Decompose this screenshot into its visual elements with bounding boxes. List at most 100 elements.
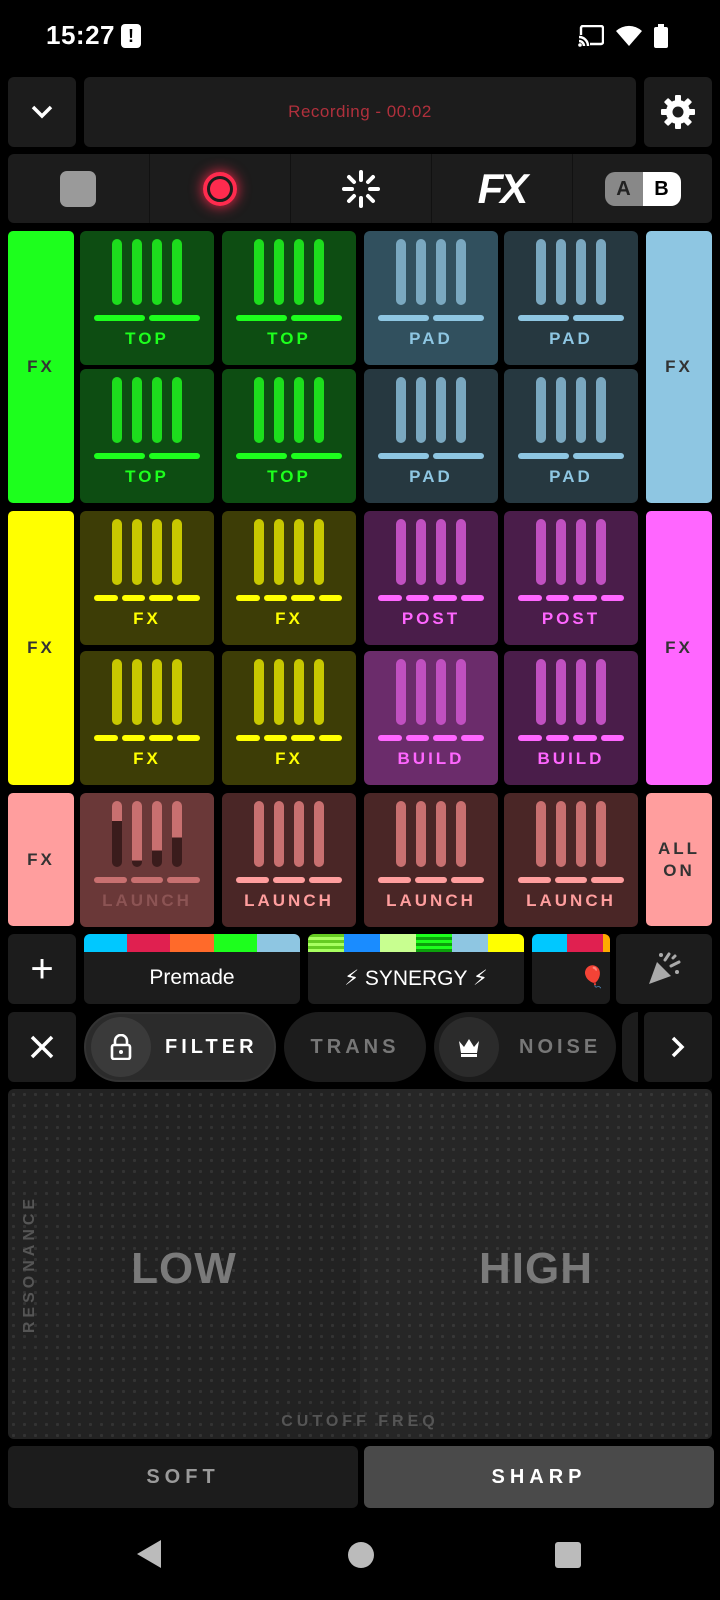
pad-step-line <box>518 877 625 883</box>
pad-label: FX <box>275 609 303 628</box>
pad-step-line <box>94 453 200 459</box>
pad-label: PAD <box>409 467 453 486</box>
preset-label: Premade <box>149 966 235 989</box>
fx-button-left-top[interactable]: FX <box>8 231 74 503</box>
pad-label: BUILD <box>397 749 465 768</box>
spinner-icon <box>341 169 380 208</box>
pad-meter-icon <box>536 801 606 867</box>
tab-trans[interactable]: TRANS <box>284 1012 426 1082</box>
pad-15[interactable]: BUILD <box>364 651 498 785</box>
side-label: FX <box>27 638 55 657</box>
ab-b-label: B <box>642 171 681 206</box>
pad-label: LAUNCH <box>526 891 616 910</box>
close-effects-button[interactable] <box>8 1012 76 1082</box>
pad-label: FX <box>275 749 303 768</box>
pad-step-line <box>94 735 200 741</box>
ab-a-label: A <box>604 171 643 206</box>
xy-filter-pad[interactable]: LOW HIGH RESONANCE CUTOFF FREQ <box>8 1089 712 1439</box>
back-icon[interactable] <box>137 1540 161 1568</box>
pad-1[interactable]: TOP <box>80 231 214 365</box>
preset-premade[interactable]: Premade <box>84 934 300 1004</box>
party-button[interactable] <box>616 934 712 1004</box>
preset-balloon[interactable]: 🎈 <box>532 934 610 1004</box>
pad-12[interactable]: POST <box>504 511 638 645</box>
record-button[interactable] <box>149 154 289 223</box>
pad-8[interactable]: PAD <box>504 369 638 503</box>
recents-icon[interactable] <box>555 1542 581 1568</box>
fx-button-left-bottom[interactable]: FX <box>8 793 74 926</box>
pad-label: PAD <box>409 329 453 348</box>
pad-meter-icon <box>254 659 324 725</box>
add-preset-button[interactable]: + <box>8 934 76 1004</box>
fx-button-right-mid[interactable]: FX <box>646 511 712 785</box>
pad-5[interactable]: TOP <box>80 369 214 503</box>
chevron-right-icon <box>671 1036 685 1058</box>
pad-13[interactable]: FX <box>80 651 214 785</box>
sharp-label: SHARP <box>491 1465 587 1488</box>
preset-color-strip <box>84 934 300 952</box>
tab-filter[interactable]: FILTER <box>84 1012 276 1082</box>
collapse-button[interactable] <box>8 77 76 147</box>
pad-label: BUILD <box>537 749 605 768</box>
side-label: FX <box>27 357 55 376</box>
pad-14[interactable]: FX <box>222 651 356 785</box>
loading-button[interactable] <box>290 154 430 223</box>
pad-label: FX <box>133 609 161 628</box>
pad-meter-icon <box>254 801 324 867</box>
pad-step-line <box>378 735 484 741</box>
transport-controls: FX AB <box>8 154 712 223</box>
home-icon[interactable] <box>348 1542 374 1568</box>
stop-icon <box>60 170 96 207</box>
pad-step-line <box>378 453 484 459</box>
pad-meter-icon <box>254 377 324 443</box>
y-axis-label: RESONANCE <box>21 1194 38 1334</box>
fx-button[interactable]: FX <box>431 154 571 223</box>
preset-synergy[interactable]: ⚡ SYNERGY ⚡ <box>308 934 524 1004</box>
low-zone[interactable]: LOW <box>8 1089 360 1439</box>
tab-partial[interactable] <box>622 1012 638 1082</box>
pad-meter-icon <box>396 377 466 443</box>
cast-icon <box>578 25 604 47</box>
pad-2[interactable]: TOP <box>222 231 356 365</box>
pad-20[interactable]: LAUNCH <box>504 793 638 927</box>
pad-meter-icon <box>536 377 606 443</box>
pad-7[interactable]: PAD <box>364 369 498 503</box>
pad-10[interactable]: FX <box>222 511 356 645</box>
pad-step-line <box>94 877 201 883</box>
all-on-button[interactable]: ALL ON <box>646 793 712 926</box>
pad-meter-icon <box>396 239 466 305</box>
pad-step-line <box>236 453 342 459</box>
next-effects-button[interactable] <box>644 1012 712 1082</box>
fx-button-right-top[interactable]: FX <box>646 231 712 503</box>
pad-4[interactable]: PAD <box>504 231 638 365</box>
tab-noise[interactable]: NOISE <box>434 1012 616 1082</box>
sharp-button[interactable]: SHARP <box>364 1446 714 1508</box>
pad-17[interactable]: LAUNCH <box>80 793 214 927</box>
stop-button[interactable] <box>8 154 148 223</box>
pad-16[interactable]: BUILD <box>504 651 638 785</box>
pad-18[interactable]: LAUNCH <box>222 793 356 927</box>
pad-step-line <box>518 735 624 741</box>
pad-3[interactable]: PAD <box>364 231 498 365</box>
low-label: LOW <box>131 1244 237 1293</box>
fx-logo: FX <box>477 164 529 212</box>
pad-step-line <box>236 595 342 601</box>
ab-toggle[interactable]: AB <box>572 154 712 223</box>
soft-button[interactable]: SOFT <box>8 1446 358 1508</box>
all-on-label-2: ON <box>663 860 695 880</box>
pad-step-line <box>94 595 200 601</box>
pad-19[interactable]: LAUNCH <box>364 793 498 927</box>
pad-11[interactable]: POST <box>364 511 498 645</box>
tab-label: FILTER <box>165 1035 258 1058</box>
pad-9[interactable]: FX <box>80 511 214 645</box>
preset-label: 🎈 <box>579 966 606 989</box>
pad-6[interactable]: TOP <box>222 369 356 503</box>
effects-row: FILTER TRANS NOISE <box>8 1012 712 1082</box>
pad-step-line <box>518 315 624 321</box>
pad-label: PAD <box>549 329 593 348</box>
pad-label: LAUNCH <box>102 891 192 910</box>
high-zone[interactable]: HIGH <box>360 1089 712 1439</box>
settings-button[interactable] <box>644 77 712 147</box>
fx-button-left-mid[interactable]: FX <box>8 511 74 785</box>
pad-meter-icon <box>112 377 182 443</box>
